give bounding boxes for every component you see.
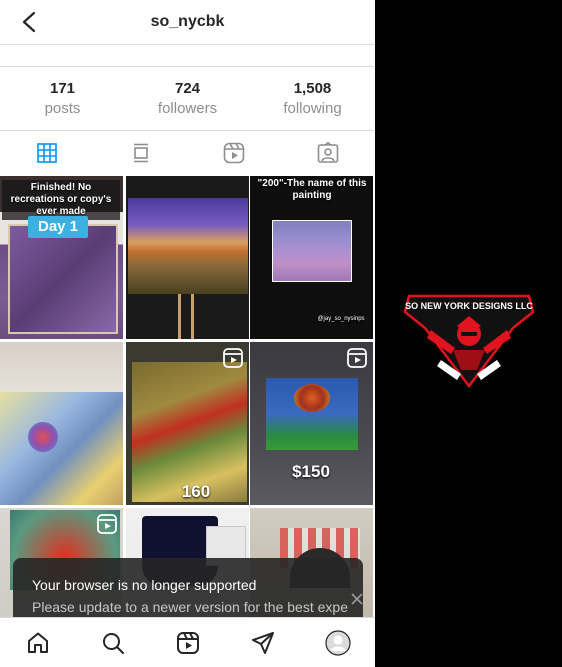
stat-following[interactable]: 1,508 following [250, 67, 375, 130]
header-divider-strip [0, 45, 375, 67]
post-caption: $150 [292, 462, 330, 481]
profile-tabs [0, 131, 375, 175]
toast-message: Please update to a newer version for the… [32, 599, 348, 615]
easel-legs [178, 294, 194, 339]
reel-badge-icon [223, 348, 243, 368]
nav-search[interactable] [75, 618, 150, 667]
post-thumbnail[interactable] [0, 342, 123, 505]
reel-badge-icon [347, 348, 367, 368]
post-thumbnail[interactable]: $150 [250, 342, 373, 505]
tab-feed[interactable] [94, 131, 188, 175]
stat-followers[interactable]: 724 followers [125, 67, 250, 130]
watermark-text: @jay_so_nysinps [317, 316, 365, 322]
post-caption: "200"-The name of this painting [257, 178, 367, 201]
nav-direct[interactable] [225, 618, 300, 667]
profile-page: so_nycbk 171 posts 724 followers 1,508 f… [0, 0, 375, 667]
send-icon [251, 631, 274, 654]
page-title: so_nycbk [150, 13, 225, 30]
post-thumbnail[interactable]: 160 [126, 342, 249, 505]
reels-icon [176, 631, 199, 654]
reels-icon [224, 142, 245, 164]
avatar-icon [324, 629, 351, 656]
app-window: so_nycbk 171 posts 724 followers 1,508 f… [0, 0, 562, 667]
home-icon [27, 632, 48, 653]
tagged-user-icon [317, 142, 339, 163]
followers-count: 724 [174, 79, 201, 97]
brand-panel: SO NEW YORK DESIGNS LLC [375, 0, 562, 667]
post-thumbnail[interactable]: "200"-The name of this painting @jay_so_… [250, 176, 373, 339]
easel-shape [8, 224, 118, 334]
tab-reels[interactable] [188, 131, 282, 175]
search-icon [102, 632, 124, 654]
tab-grid[interactable] [0, 131, 94, 175]
stat-posts[interactable]: 171 posts [0, 67, 125, 130]
tree-shape [294, 384, 330, 412]
painting-shape [272, 220, 352, 282]
toast-title: Your browser is no longer supported [32, 577, 257, 593]
grid-icon [37, 143, 57, 163]
profile-header: so_nycbk [0, 0, 375, 45]
followers-label: followers [157, 99, 218, 117]
nav-reels[interactable] [150, 618, 225, 667]
post-thumbnail[interactable]: Finished! No recreations or copy's ever … [0, 176, 123, 339]
post-caption: 160 [181, 482, 211, 501]
post-caption: Finished! No recreations or copy's ever … [2, 180, 120, 220]
posts-count: 171 [49, 79, 76, 97]
close-icon[interactable] [350, 592, 364, 606]
logo-text: SO NEW YORK DESIGNS LLC [405, 301, 533, 311]
painting-shape [132, 362, 247, 502]
following-count: 1,508 [293, 79, 332, 97]
post-thumbnail[interactable] [126, 176, 249, 339]
back-arrow-icon[interactable] [18, 10, 40, 34]
flower-shape [28, 422, 58, 452]
tab-tagged[interactable] [281, 131, 375, 175]
reel-badge-icon [97, 514, 117, 534]
brand-logo: SO NEW YORK DESIGNS LLC [403, 294, 535, 389]
posts-label: posts [44, 99, 81, 117]
painting-shape [0, 392, 123, 505]
nav-profile[interactable] [300, 618, 375, 667]
nav-home[interactable] [0, 618, 75, 667]
bottom-navigation [0, 617, 375, 667]
feed-icon [133, 143, 148, 163]
profile-stats: 171 posts 724 followers 1,508 following [0, 67, 375, 131]
following-label: following [283, 99, 342, 117]
day-badge: Day 1 [28, 216, 88, 238]
painting-shape [128, 198, 248, 294]
